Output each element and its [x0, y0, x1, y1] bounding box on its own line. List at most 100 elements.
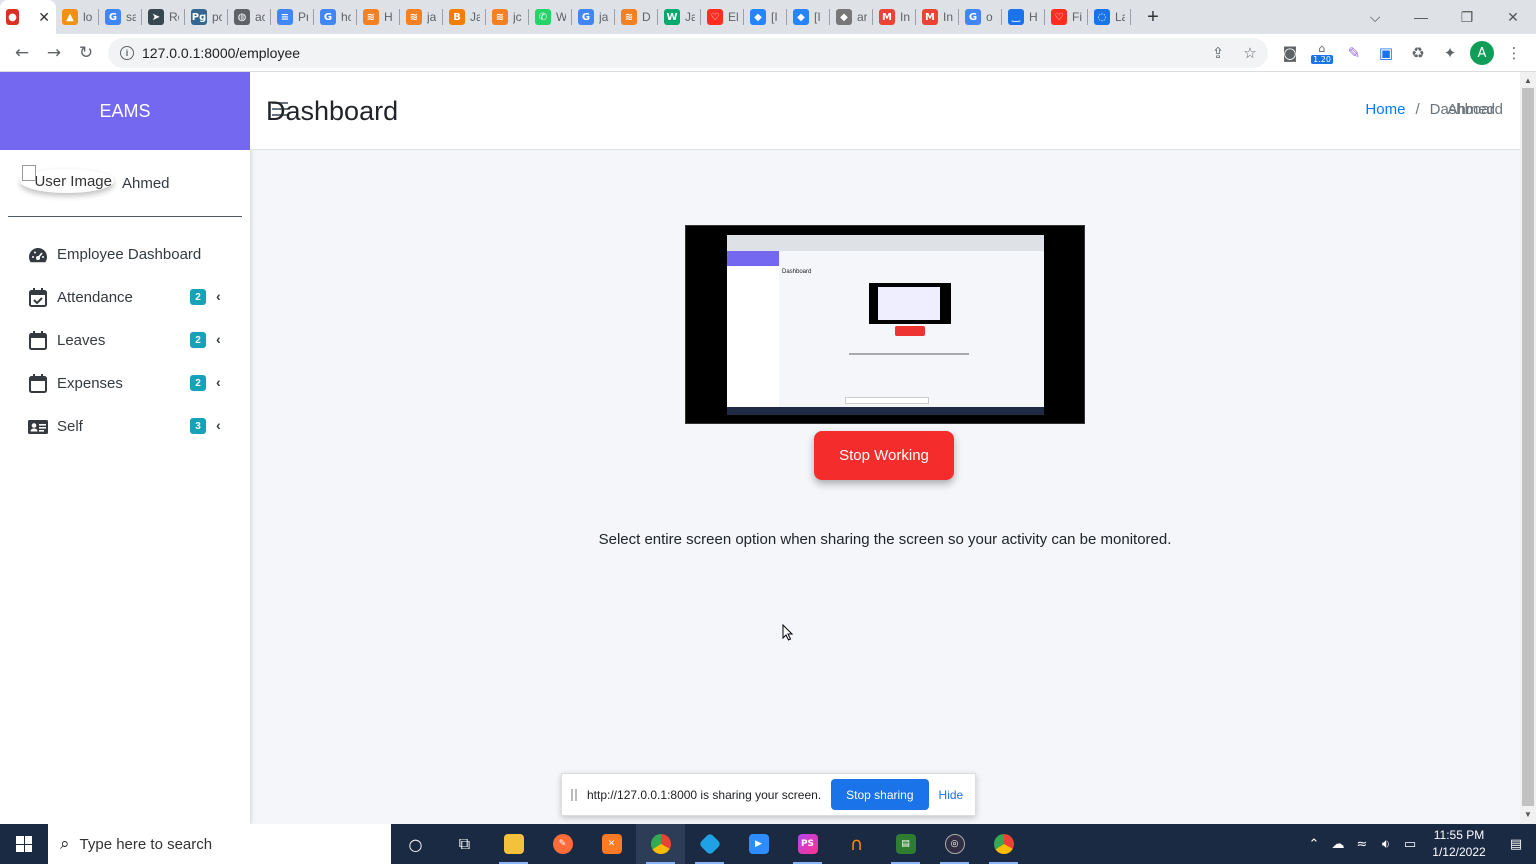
tab-title: jc: [513, 10, 522, 24]
browser-menu-icon[interactable]: ⋮: [1502, 41, 1526, 65]
new-tab-button[interactable]: +: [1137, 6, 1169, 29]
browser-tab[interactable]: ♡ El: [701, 0, 744, 34]
screen-record-icon[interactable]: ▣: [1374, 41, 1398, 65]
share-page-icon[interactable]: ⇪: [1206, 41, 1230, 65]
scroll-up-arrow-icon[interactable]: ▲: [1524, 76, 1532, 85]
sidebar-user-name[interactable]: Ahmed: [122, 175, 170, 192]
browser-tab[interactable]: ◆ [I: [787, 0, 830, 34]
docs-icon: ≡: [277, 9, 293, 25]
browser-tab[interactable]: B Ja: [443, 0, 486, 34]
breadcrumb-separator: /: [1415, 101, 1420, 118]
tab-title: In: [900, 10, 910, 24]
browser-tab[interactable]: Gsa: [99, 0, 142, 34]
extension-counter-icon[interactable]: ⌂ 1.20: [1310, 41, 1334, 65]
tab-title: [I: [814, 10, 821, 24]
browser-tab[interactable]: ◆ ar: [830, 0, 873, 34]
browser-tab[interactable]: ◌ La: [1088, 0, 1131, 34]
tab-search-icon[interactable]: ⌵: [1352, 0, 1398, 34]
close-window-button[interactable]: ✕: [1490, 0, 1536, 34]
system-clock[interactable]: 11:55 PM 1/12/2022: [1422, 827, 1496, 861]
browser-tab[interactable]: ➤ Re: [142, 0, 185, 34]
breadcrumb-home-link[interactable]: Home: [1365, 101, 1405, 118]
tab-title: Ja: [470, 10, 480, 24]
address-bar[interactable]: i 127.0.0.1:8000/employee: [108, 38, 1268, 68]
obs-icon[interactable]: ◎: [930, 824, 979, 864]
windows-start-icon[interactable]: [0, 824, 48, 864]
zoom-icon[interactable]: ▶: [734, 824, 783, 864]
browser-tab[interactable]: Gja: [572, 0, 615, 34]
git-kraken-icon[interactable]: [685, 824, 734, 864]
tab-title: El: [728, 10, 738, 24]
browser-tab[interactable]: ≋ ja: [400, 0, 443, 34]
scrollbar-thumb[interactable]: [1522, 88, 1534, 806]
file-explorer-icon[interactable]: [489, 824, 538, 864]
notifications-icon[interactable]: ▤: [1496, 837, 1536, 852]
reload-icon[interactable]: ↻: [70, 37, 102, 69]
extensions-puzzle-icon[interactable]: ✦: [1438, 41, 1462, 65]
browser-tab[interactable]: ≋ jc: [486, 0, 529, 34]
drag-handle-icon[interactable]: [571, 788, 577, 801]
hide-link[interactable]: Hide: [939, 788, 964, 802]
browser-tab[interactable]: M In: [873, 0, 916, 34]
browser-tab[interactable]: ≡ Pr: [271, 0, 314, 34]
profile-avatar[interactable]: A: [1470, 41, 1494, 65]
tray-overflow-chevron-icon[interactable]: ⌃: [1302, 837, 1326, 852]
scroll-down-arrow-icon[interactable]: ▼: [1524, 810, 1532, 819]
page-scrollbar[interactable]: ▲ ▼: [1520, 72, 1536, 824]
browser-tab[interactable]: ◍ ac: [228, 0, 271, 34]
sidebar-item-label: Expenses: [57, 375, 123, 392]
forward-icon[interactable]: →: [38, 37, 70, 69]
phpstorm-icon[interactable]: PS: [783, 824, 832, 864]
chrome-profile-icon[interactable]: [979, 824, 1028, 864]
clock-time: 11:55 PM: [1433, 828, 1485, 842]
browser-tab-active[interactable]: ● ✕: [0, 0, 56, 34]
site-info-icon[interactable]: i: [120, 46, 134, 60]
task-view-icon[interactable]: ⧉: [440, 824, 489, 864]
brand-logo[interactable]: EAMS: [0, 72, 250, 150]
phpmyadmin-icon: ▲: [62, 9, 78, 25]
browser-tab[interactable]: ‿ H: [1002, 0, 1045, 34]
pen-extension-icon[interactable]: ✎: [1342, 41, 1366, 65]
camera-icon[interactable]: ◙: [1278, 41, 1302, 65]
browser-tab[interactable]: ✆ W: [529, 0, 572, 34]
browser-tab[interactable]: Pg pc: [185, 0, 228, 34]
restore-button[interactable]: ❐: [1444, 0, 1490, 34]
browser-tab[interactable]: ◆ [I: [744, 0, 787, 34]
url-text[interactable]: 127.0.0.1:8000/employee: [142, 45, 300, 61]
browser-tab[interactable]: Ghc: [314, 0, 357, 34]
sidebar-item-attendance[interactable]: Attendance 2 ‹: [0, 276, 250, 319]
browser-tab[interactable]: ▲ lo: [56, 0, 99, 34]
bookmark-star-icon[interactable]: ☆: [1238, 41, 1262, 65]
browser-tab[interactable]: ≋ D: [615, 0, 658, 34]
volume-icon[interactable]: 🔉︎: [1374, 837, 1398, 852]
stop-working-button[interactable]: Stop Working: [814, 431, 954, 480]
postman-icon[interactable]: ✎: [538, 824, 587, 864]
battery-icon[interactable]: ▭: [1398, 837, 1422, 852]
sidebar-item-employee-dashboard[interactable]: Employee Dashboard: [0, 233, 250, 276]
onedrive-cloud-icon[interactable]: ☁: [1326, 837, 1350, 852]
search-icon: ⌕: [60, 834, 70, 854]
browser-tab[interactable]: W Ja: [658, 0, 701, 34]
tab-close-icon[interactable]: ✕: [38, 9, 50, 26]
notepad-icon[interactable]: ▤: [881, 824, 930, 864]
xampp-icon[interactable]: ✕: [587, 824, 636, 864]
wifi-icon[interactable]: ≈: [1350, 837, 1374, 852]
cortana-icon[interactable]: ○: [391, 824, 440, 864]
sidebar-item-expenses[interactable]: Expenses 2 ‹: [0, 362, 250, 405]
sidebar-item-self[interactable]: Self 3 ‹: [0, 405, 250, 448]
back-icon[interactable]: ←: [6, 37, 38, 69]
tab-title: Re: [169, 10, 179, 24]
browser-tab[interactable]: ≋ H: [357, 0, 400, 34]
taskbar-search-box[interactable]: ⌕ Type here to search: [48, 824, 391, 864]
browser-tab[interactable]: Go: [959, 0, 1002, 34]
stop-sharing-button[interactable]: Stop sharing: [831, 779, 929, 810]
sidebar-item-leaves[interactable]: Leaves 2 ‹: [0, 319, 250, 362]
chrome-icon[interactable]: [636, 824, 685, 864]
browser-tab[interactable]: ♡ Fi: [1045, 0, 1088, 34]
minimize-button[interactable]: —: [1398, 0, 1444, 34]
headset-app-icon[interactable]: ∩: [832, 824, 881, 864]
screen-share-preview: Dashboard: [685, 225, 1085, 424]
browser-tab[interactable]: M In: [916, 0, 959, 34]
google-icon: G: [105, 9, 121, 25]
recycle-icon[interactable]: ♻: [1406, 41, 1430, 65]
